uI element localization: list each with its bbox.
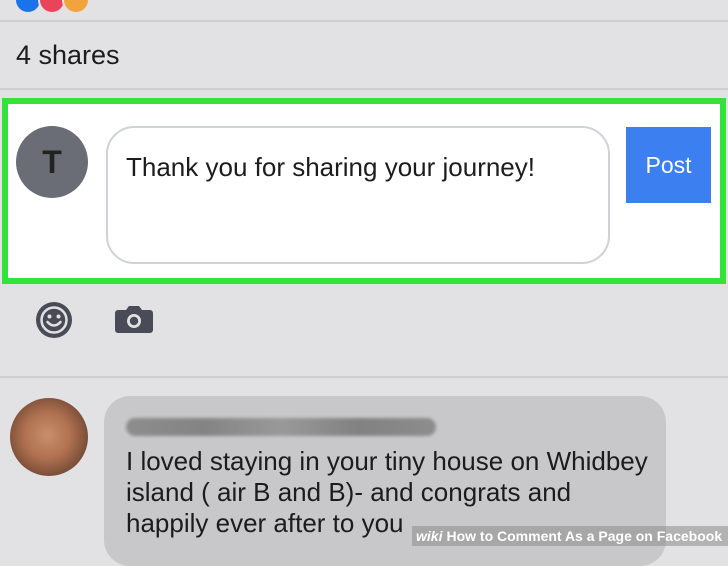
smiley-icon[interactable] [34, 300, 74, 340]
divider [0, 20, 728, 22]
watermark-title: How to Comment As a Page on Facebook [446, 528, 723, 544]
watermark-brand: wiki [416, 528, 443, 544]
camera-icon[interactable] [114, 303, 154, 335]
divider [0, 376, 728, 378]
shares-count[interactable]: 4 shares [16, 40, 120, 71]
commenter-avatar[interactable] [10, 398, 88, 476]
divider [0, 88, 728, 90]
post-button[interactable]: Post [626, 127, 711, 203]
avatar[interactable]: T [16, 126, 88, 198]
comment-input-text: Thank you for sharing your journey! [126, 152, 535, 182]
wikihow-watermark: wiki How to Comment As a Page on Faceboo… [412, 526, 728, 546]
blurred-commenter-name[interactable] [126, 418, 436, 436]
comment-input[interactable]: Thank you for sharing your journey! [106, 126, 610, 264]
reaction-icons [14, 0, 90, 14]
haha-reaction-icon [62, 0, 90, 14]
